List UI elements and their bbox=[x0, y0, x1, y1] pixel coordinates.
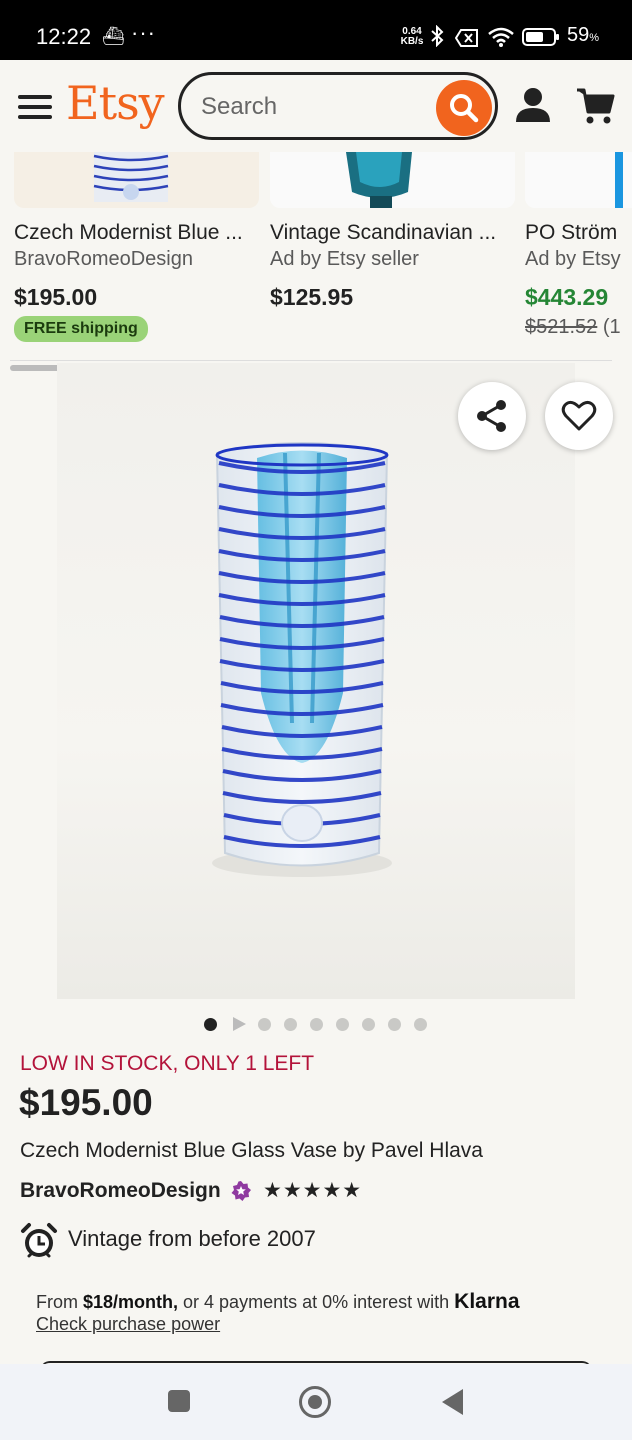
klarna-prefix: From bbox=[36, 1292, 83, 1312]
rec-title: Vintage Scandinavian ... bbox=[270, 221, 497, 244]
account-icon[interactable] bbox=[514, 86, 552, 126]
rec-title: Czech Modernist Blue ... bbox=[14, 221, 243, 244]
etsy-logo[interactable]: Etsy bbox=[66, 76, 165, 130]
carousel-dot[interactable] bbox=[414, 1018, 427, 1031]
rec-title: PO Ström bbox=[525, 221, 618, 244]
rec-card[interactable]: Vintage Scandinavian ... Ad by Etsy sell… bbox=[270, 152, 515, 352]
heart-icon bbox=[561, 400, 597, 431]
klarna-amount: $18/month, bbox=[83, 1292, 179, 1312]
search-bar[interactable] bbox=[178, 72, 498, 140]
vintage-text: Vintage from before 2007 bbox=[68, 1226, 316, 1251]
alarm-clock-icon bbox=[21, 1223, 57, 1258]
rec-seller: Ad by Etsy seller bbox=[270, 248, 419, 270]
status-time: 12:22 bbox=[36, 24, 92, 49]
klarna-logo: Klarna bbox=[454, 1290, 520, 1313]
search-button[interactable] bbox=[436, 80, 492, 136]
rec-thumbnail bbox=[14, 152, 259, 208]
wifi-icon bbox=[488, 27, 514, 47]
carousel-dot[interactable] bbox=[388, 1018, 401, 1031]
share-button[interactable] bbox=[458, 382, 526, 450]
rec-thumbnail bbox=[525, 152, 632, 208]
rating-stars: ★★★★★ bbox=[263, 1179, 363, 1202]
listing-title: Czech Modernist Blue Glass Vase by Pavel… bbox=[20, 1139, 483, 1162]
rec-scroll-track bbox=[10, 360, 612, 361]
video-play-icon[interactable] bbox=[233, 1017, 246, 1031]
home-button[interactable] bbox=[299, 1386, 331, 1418]
system-nav-bar bbox=[0, 1364, 632, 1440]
rec-price: $195.00 bbox=[14, 284, 98, 310]
original-price-value: $521.52 bbox=[525, 316, 598, 338]
network-speed-unit: KB/s bbox=[400, 36, 424, 47]
shop-name-link[interactable]: BravoRomeoDesign bbox=[20, 1179, 221, 1203]
rec-card[interactable]: PO Ström Ad by Etsy $443.29 $521.52 (1 bbox=[525, 152, 632, 352]
klarna-middle: or 4 payments at 0% interest with bbox=[178, 1292, 455, 1312]
discount-percent: (1 bbox=[597, 316, 621, 338]
cart-icon[interactable] bbox=[576, 86, 616, 126]
share-icon bbox=[477, 400, 506, 432]
check-purchase-power-link[interactable]: Check purchase power bbox=[36, 1314, 220, 1335]
free-shipping-badge: FREE shipping bbox=[14, 316, 148, 342]
recommendations-row: Czech Modernist Blue ... BravoRomeoDesig… bbox=[0, 152, 632, 362]
carousel-dot[interactable] bbox=[336, 1018, 349, 1031]
more-notifications-icon: ··· bbox=[131, 20, 156, 45]
bluetooth-icon bbox=[431, 25, 444, 47]
battery-value: 59 bbox=[567, 24, 590, 46]
vase-illustration bbox=[212, 442, 392, 877]
back-button[interactable] bbox=[442, 1389, 463, 1415]
notification-icon: ⛴ bbox=[102, 26, 125, 46]
carousel-dot[interactable] bbox=[284, 1018, 297, 1031]
rec-seller: BravoRomeoDesign bbox=[14, 248, 193, 270]
product-image[interactable] bbox=[57, 363, 575, 999]
rec-price: $443.29 bbox=[525, 284, 609, 310]
app-header: Etsy bbox=[0, 60, 632, 152]
search-input[interactable] bbox=[201, 89, 431, 125]
carousel-dot[interactable] bbox=[362, 1018, 375, 1031]
klarna-info: From $18/month, or 4 payments at 0% inte… bbox=[36, 1290, 520, 1314]
rec-price: $125.95 bbox=[270, 284, 354, 310]
menu-icon[interactable] bbox=[18, 95, 52, 119]
carousel-dot[interactable] bbox=[258, 1018, 271, 1031]
battery-percent: 59% bbox=[567, 24, 599, 47]
recent-apps-button[interactable] bbox=[168, 1390, 190, 1412]
rec-thumbnail bbox=[270, 152, 515, 208]
rec-card[interactable]: Czech Modernist Blue ... BravoRomeoDesig… bbox=[14, 152, 259, 352]
rec-seller: Ad by Etsy bbox=[525, 248, 621, 270]
search-icon bbox=[450, 94, 479, 123]
rec-original-price: $521.52 (1 bbox=[525, 316, 621, 339]
stock-status: LOW IN STOCK, ONLY 1 LEFT bbox=[20, 1052, 315, 1075]
carousel-dot[interactable] bbox=[310, 1018, 323, 1031]
star-seller-badge-icon bbox=[231, 1181, 251, 1201]
network-speed: 0.64 KB/s bbox=[398, 27, 426, 47]
battery-icon bbox=[522, 28, 559, 46]
carousel-dot[interactable] bbox=[204, 1018, 217, 1031]
battery-unit: % bbox=[589, 32, 600, 44]
listing-price: $195.00 bbox=[19, 1082, 153, 1123]
status-bar: 12:22 ⛴ ··· 0.64 KB/s 59% bbox=[0, 0, 632, 60]
no-sim-icon bbox=[455, 29, 478, 47]
favorite-button[interactable] bbox=[545, 382, 613, 450]
